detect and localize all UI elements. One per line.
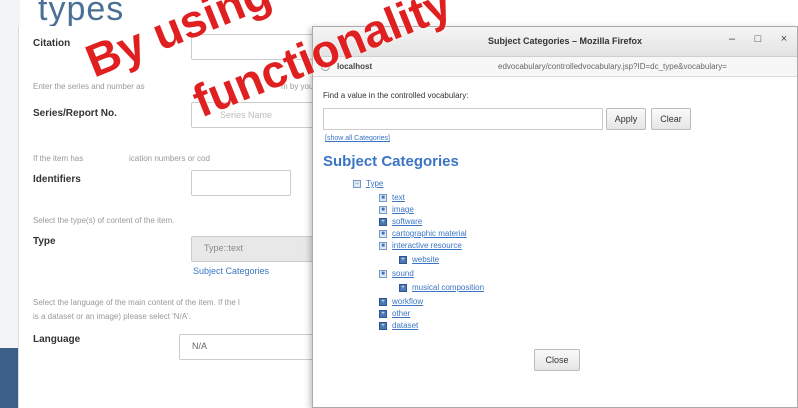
- url-host: localhost: [337, 62, 373, 71]
- identifiers-help-head: If the item has: [33, 154, 84, 163]
- tree-node-label[interactable]: workflow: [392, 297, 423, 306]
- tree-node[interactable]: + musical composition: [399, 283, 484, 292]
- screen: types Citation Enter the series and numb…: [0, 0, 798, 408]
- tree-node-label[interactable]: dataset: [392, 321, 418, 330]
- tree-node[interactable]: ■ image: [379, 205, 414, 214]
- show-all-categories-link[interactable]: [show all Categories]: [325, 135, 390, 142]
- left-margin: [0, 0, 20, 408]
- expand-toggle-icon[interactable]: −: [353, 179, 361, 188]
- find-value-input[interactable]: [323, 108, 603, 130]
- citation-input[interactable]: [191, 34, 319, 60]
- identifiers-help-text: ication numbers or cod: [129, 154, 210, 163]
- minimize-icon[interactable]: –: [723, 33, 741, 45]
- tree-node-label[interactable]: website: [412, 255, 439, 264]
- tree-node[interactable]: ■ cartographic material: [379, 229, 467, 238]
- expand-toggle-icon[interactable]: ■: [379, 205, 387, 214]
- tree-node-label[interactable]: cartographic material: [392, 229, 467, 238]
- series-help-text: Enter the series and number as: [33, 82, 145, 91]
- tree-node-label[interactable]: musical composition: [412, 283, 484, 292]
- tree-node[interactable]: + other: [379, 309, 410, 318]
- tree-node[interactable]: ■ interactive resource: [379, 241, 462, 250]
- series-help-tail: m by your: [281, 82, 317, 91]
- tree-node-label[interactable]: interactive resource: [392, 241, 462, 250]
- popup-content: Find a value in the controlled vocabular…: [313, 77, 797, 407]
- subject-categories-link[interactable]: Subject Categories: [193, 266, 269, 276]
- tree-node[interactable]: + software: [379, 217, 422, 226]
- language-help-text-2: is a dataset or an image) please select …: [33, 312, 191, 321]
- tree-node[interactable]: ■ sound: [379, 269, 414, 278]
- close-window-icon[interactable]: ×: [775, 33, 793, 45]
- tree-node-label[interactable]: image: [392, 205, 414, 214]
- window-titlebar: Subject Categories – Mozilla Firefox – □…: [313, 27, 797, 57]
- submission-form: Citation Enter the series and number as …: [18, 26, 319, 408]
- tree-node[interactable]: + workflow: [379, 297, 423, 306]
- type-label: Type: [33, 236, 56, 247]
- expand-toggle-icon[interactable]: ■: [379, 193, 387, 202]
- apply-button[interactable]: Apply: [606, 108, 646, 130]
- leaf-node-icon[interactable]: +: [399, 283, 407, 292]
- maximize-icon[interactable]: □: [749, 33, 767, 45]
- clear-button[interactable]: Clear: [651, 108, 691, 130]
- subject-categories-window: Subject Categories – Mozilla Firefox – □…: [312, 26, 798, 408]
- tree-node-label[interactable]: sound: [392, 269, 414, 278]
- find-label: Find a value in the controlled vocabular…: [323, 91, 469, 100]
- identifiers-label: Identifiers: [33, 174, 81, 185]
- language-help-text: Select the language of the main content …: [33, 298, 240, 307]
- language-label: Language: [33, 334, 81, 345]
- page-footer-strip: [0, 348, 20, 408]
- tree-node[interactable]: + dataset: [379, 321, 418, 330]
- tree-node-label[interactable]: other: [392, 309, 410, 318]
- type-select[interactable]: Type::text: [191, 236, 319, 262]
- subject-categories-heading: Subject Categories: [323, 153, 459, 170]
- tree-node-label[interactable]: Type: [366, 179, 383, 188]
- tree-node[interactable]: ■ text: [379, 193, 405, 202]
- leaf-node-icon[interactable]: +: [379, 297, 387, 306]
- tree-node-label[interactable]: software: [392, 217, 422, 226]
- expand-toggle-icon[interactable]: ■: [379, 241, 387, 250]
- expand-toggle-icon[interactable]: ■: [379, 229, 387, 238]
- close-button[interactable]: Close: [534, 349, 580, 371]
- leaf-node-icon[interactable]: +: [379, 321, 387, 330]
- leaf-node-icon[interactable]: +: [379, 217, 387, 226]
- expand-toggle-icon[interactable]: ■: [379, 269, 387, 278]
- identifiers-input[interactable]: [191, 170, 291, 196]
- citation-label: Citation: [33, 38, 71, 49]
- series-name-input[interactable]: Series Name: [191, 102, 319, 128]
- type-help-text: Select the type(s) of content of the ite…: [33, 216, 175, 225]
- site-info-icon[interactable]: i: [321, 62, 330, 71]
- language-select[interactable]: N/A: [179, 334, 319, 360]
- series-label: Series/Report No.: [33, 108, 117, 119]
- tree-node[interactable]: − Type: [353, 179, 383, 188]
- window-title: Subject Categories – Mozilla Firefox: [488, 36, 643, 46]
- leaf-node-icon[interactable]: +: [379, 309, 387, 318]
- address-bar[interactable]: i localhost edvocabulary/controlledvocab…: [313, 57, 797, 77]
- section-heading: types: [38, 0, 125, 28]
- tree-node[interactable]: + website: [399, 255, 439, 264]
- url-path: edvocabulary/controlledvocabulary.jsp?ID…: [498, 62, 727, 71]
- leaf-node-icon[interactable]: +: [399, 255, 407, 264]
- tree-node-label[interactable]: text: [392, 193, 405, 202]
